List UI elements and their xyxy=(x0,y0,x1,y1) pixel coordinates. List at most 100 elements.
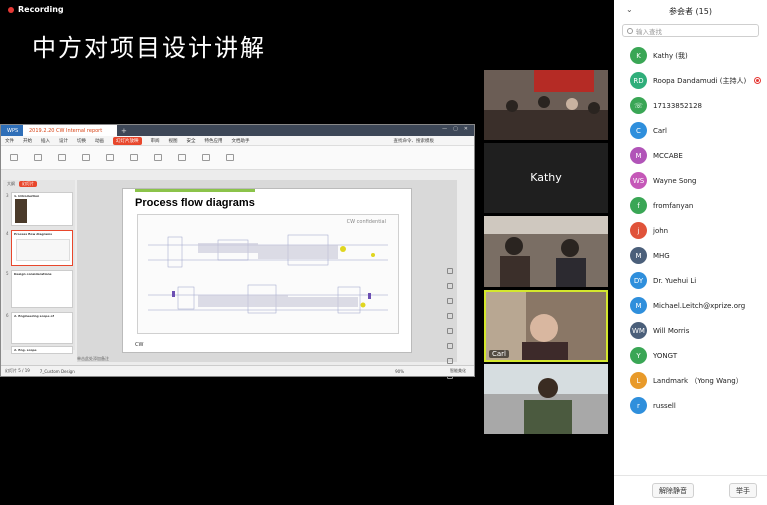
menu-item[interactable]: 开始 xyxy=(23,138,32,144)
participant-search-input[interactable]: 输入查找 xyxy=(622,24,759,37)
tool-icon xyxy=(10,153,18,161)
participants-panel: ⌄ 参会者 (15) 输入查找 K Kathy (我) RD Roopa Dandam… xyxy=(614,0,767,505)
participant-item[interactable]: RD Roopa Dandamudi (主持人) xyxy=(614,68,767,93)
slide-thumbnail[interactable]: 5 Design considerations xyxy=(6,270,73,308)
meeting-window: Recording 中方对项目设计讲解 WPS 2019.2.20 CW Int… xyxy=(0,0,767,505)
side-tool-icon[interactable] xyxy=(447,268,453,274)
participant-name: john xyxy=(653,226,669,235)
thumb-number: 4 xyxy=(6,231,9,236)
tab-outline[interactable]: 大纲 xyxy=(7,181,15,187)
participant-item[interactable]: j john xyxy=(614,218,767,243)
avatar: r xyxy=(630,397,647,414)
ribbon-tool[interactable] xyxy=(221,149,239,167)
side-tool-icon[interactable] xyxy=(447,298,453,304)
participant-name: Michael.Leitch@xprize.org xyxy=(653,301,746,310)
menu-item[interactable]: 动画 xyxy=(95,138,104,144)
process-flow-diagram: CW confidential xyxy=(137,214,399,334)
close-icon[interactable]: ✕ xyxy=(464,126,468,132)
participant-item[interactable]: M MHG xyxy=(614,243,767,268)
avatar: K xyxy=(630,47,647,64)
ribbon-tool[interactable] xyxy=(77,149,95,167)
menu-item[interactable]: 视图 xyxy=(169,138,178,144)
participant-item[interactable]: f fromfanyan xyxy=(614,193,767,218)
ribbon-tool[interactable] xyxy=(53,149,71,167)
participant-name: Carl xyxy=(653,126,667,135)
side-tool-icon[interactable] xyxy=(447,328,453,334)
ribbon-tool[interactable] xyxy=(149,149,167,167)
video-feed xyxy=(484,70,608,140)
participant-item[interactable]: K Kathy (我) xyxy=(614,43,767,68)
participant-name: Dr. Yuehui Li xyxy=(653,276,697,285)
participant-item[interactable]: Y YONGT xyxy=(614,343,767,368)
status-bar: 幻灯片 5 / 19 7_Custom Design 90% 智能美化 xyxy=(1,365,474,376)
ribbon-tool[interactable] xyxy=(101,149,119,167)
recording-indicator: Recording xyxy=(8,5,64,14)
participant-item[interactable]: C Carl xyxy=(614,118,767,143)
participant-item[interactable]: r russell xyxy=(614,393,767,418)
participant-name: Wayne Song xyxy=(653,176,697,185)
video-tile[interactable]: Kathy xyxy=(484,143,608,213)
menu-item[interactable]: 设计 xyxy=(59,138,68,144)
video-tile[interactable] xyxy=(484,364,608,434)
menu-item-active[interactable]: 幻灯片放映 xyxy=(113,136,142,145)
menu-item[interactable]: 审阅 xyxy=(151,138,160,144)
slide-thumbnail[interactable]: 6 2. Engineering scope of xyxy=(6,312,73,344)
avatar: ☏ xyxy=(630,97,647,114)
ribbon-tool[interactable] xyxy=(197,149,215,167)
avatar: f xyxy=(630,197,647,214)
thumb-title: Design considerations xyxy=(14,272,52,276)
tab-wps[interactable]: WPS xyxy=(1,125,23,136)
video-tile[interactable] xyxy=(484,70,608,140)
app-tabbar: WPS 2019.2.20 CW Internal report + — ▢ ✕ xyxy=(1,125,474,136)
ribbon-tool[interactable] xyxy=(125,149,143,167)
menu-bar: 文件 开始 插入 设计 切换 动画 幻灯片放映 审阅 视图 安全 特色应用 文档… xyxy=(1,136,474,146)
participant-name: Will Morris xyxy=(653,326,690,335)
menu-item[interactable]: 安全 xyxy=(187,138,196,144)
avatar: M xyxy=(630,297,647,314)
menu-item[interactable]: 切换 xyxy=(77,138,86,144)
zoom-level[interactable]: 90% xyxy=(395,369,404,374)
participant-item[interactable]: DY Dr. Yuehui Li xyxy=(614,268,767,293)
menu-item[interactable]: 文档助手 xyxy=(232,138,250,144)
current-slide[interactable]: Process flow diagrams CW confidential CW xyxy=(122,188,412,353)
video-tile-active-speaker[interactable]: Carl xyxy=(484,290,608,362)
participant-name: Landmark （Yong Wang） xyxy=(653,376,743,385)
recording-dot-icon xyxy=(8,6,14,13)
side-tool-icon[interactable] xyxy=(447,358,453,364)
maximize-icon[interactable]: ▢ xyxy=(453,126,458,132)
slide-thumbnail[interactable]: 3 1. Introduction xyxy=(6,192,73,226)
search-placeholder: 输入查找 xyxy=(636,27,662,36)
tab-slides[interactable]: 幻灯片 xyxy=(19,181,37,187)
smart-beautify[interactable]: 智能美化 xyxy=(450,368,466,374)
ribbon-tool[interactable] xyxy=(173,149,191,167)
tool-icon xyxy=(34,153,42,161)
avatar: M xyxy=(630,147,647,164)
participant-item[interactable]: ☏ 17133852128 xyxy=(614,93,767,118)
tab-document[interactable]: 2019.2.20 CW Internal report xyxy=(23,125,117,136)
raise-hand-button[interactable]: 举手 xyxy=(729,483,757,498)
ribbon-tool[interactable] xyxy=(29,149,47,167)
menu-item[interactable]: 插入 xyxy=(41,138,50,144)
slide-thumbnail-selected[interactable]: 4 Process flow diagrams xyxy=(6,230,73,266)
unmute-button[interactable]: 解除静音 xyxy=(652,483,694,498)
minimize-icon[interactable]: — xyxy=(442,126,447,132)
menu-item[interactable]: 文件 xyxy=(5,138,14,144)
side-tool-icon[interactable] xyxy=(447,343,453,349)
participant-item[interactable]: WS Wayne Song xyxy=(614,168,767,193)
new-tab-icon[interactable]: + xyxy=(121,127,127,135)
menu-item[interactable]: 特色应用 xyxy=(205,138,223,144)
slide-canvas: Process flow diagrams CW confidential CW xyxy=(77,180,457,379)
slide-thumbnail[interactable]: 7 2. Eng. scope xyxy=(11,346,73,354)
chevron-down-icon[interactable]: ⌄ xyxy=(626,5,633,14)
side-tool-icon[interactable] xyxy=(447,283,453,289)
company-logo: CW xyxy=(135,342,144,348)
participant-item[interactable]: L Landmark （Yong Wang） xyxy=(614,368,767,393)
participant-item[interactable]: M MCCABE xyxy=(614,143,767,168)
video-tile[interactable] xyxy=(484,216,608,287)
participant-item[interactable]: M Michael.Leitch@xprize.org xyxy=(614,293,767,318)
side-tool-icon[interactable] xyxy=(447,313,453,319)
command-search[interactable]: 查找命令、搜索模板 xyxy=(394,138,435,144)
participant-item[interactable]: WM Will Morris xyxy=(614,318,767,343)
ribbon-tool[interactable] xyxy=(5,149,23,167)
notes-hint[interactable]: 单击此处添加备注 xyxy=(77,356,109,362)
